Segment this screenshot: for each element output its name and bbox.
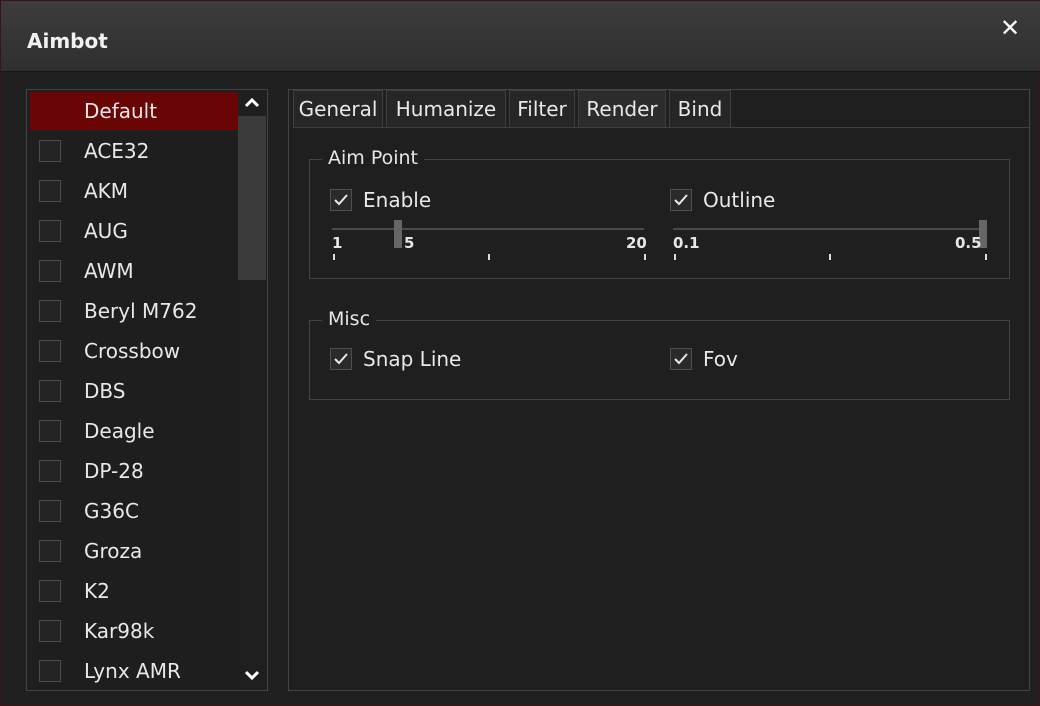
weapon-list-item[interactable]: Deagle: [30, 412, 238, 450]
aim-point-group: Aim Point Enable Outline 1 5 20 0.1 0.5: [309, 147, 1010, 279]
misc-group: Misc Snap Line Fov: [309, 308, 1010, 400]
weapon-label: G36C: [84, 499, 139, 523]
fov-label: Fov: [703, 347, 738, 371]
weapon-checkbox[interactable]: [39, 380, 61, 402]
slider-value-label: 5: [404, 234, 415, 252]
aimbot-window: Aimbot ✕ Default ACE32 AKM AUG AWM Beryl M762…: [0, 0, 1040, 706]
outline-label: Outline: [703, 188, 776, 212]
weapon-list-item[interactable]: Beryl M762: [30, 292, 238, 330]
weapon-checkbox[interactable]: [39, 620, 61, 642]
weapon-list-item[interactable]: Kar98k: [30, 612, 238, 650]
weapon-checkbox[interactable]: [39, 420, 61, 442]
fov-checkbox[interactable]: Fov: [670, 347, 790, 373]
weapon-checkbox[interactable]: [39, 660, 61, 682]
weapon-label: Deagle: [84, 419, 155, 443]
weapon-list-item[interactable]: AWM: [30, 252, 238, 290]
snap-line-checkbox[interactable]: Snap Line: [330, 347, 490, 373]
slider-tick: [985, 254, 987, 260]
slider-min-label: 1: [332, 234, 343, 252]
weapon-checkbox[interactable]: [39, 540, 61, 562]
weapon-checkbox[interactable]: [39, 260, 61, 282]
weapon-label: Kar98k: [84, 619, 155, 643]
list-scrollbar[interactable]: [238, 90, 266, 690]
scroll-thumb[interactable]: [238, 116, 266, 280]
weapon-list-item[interactable]: G36C: [30, 492, 238, 530]
weapon-checkbox[interactable]: [39, 300, 61, 322]
weapon-label: Lynx AMR: [84, 659, 181, 683]
weapon-list-item[interactable]: AUG: [30, 212, 238, 250]
slider-tick: [333, 254, 335, 260]
weapon-list-item[interactable]: Groza: [30, 532, 238, 570]
chevron-down-icon[interactable]: [238, 662, 266, 688]
window-title: Aimbot: [27, 29, 108, 53]
weapon-checkbox[interactable]: [39, 580, 61, 602]
point-size-slider[interactable]: 1 5 20: [332, 220, 650, 260]
weapon-checkbox[interactable]: [39, 140, 61, 162]
weapon-list-item[interactable]: Default: [30, 92, 238, 130]
weapon-label: AWM: [84, 259, 134, 283]
tab-humanize[interactable]: Humanize: [386, 90, 506, 128]
slider-track: [332, 228, 644, 230]
weapon-checkbox[interactable]: [39, 220, 61, 242]
weapon-label: DBS: [84, 379, 126, 403]
aim-point-legend: Aim Point: [322, 147, 424, 169]
slider-tick: [674, 254, 676, 260]
weapon-label: Default: [84, 99, 158, 123]
weapon-list-item[interactable]: ACE32: [30, 132, 238, 170]
weapon-list-item[interactable]: Crossbow: [30, 332, 238, 370]
slider-handle[interactable]: [394, 220, 402, 248]
weapon-label: Groza: [84, 539, 143, 563]
weapon-list-item[interactable]: K2: [30, 572, 238, 610]
enable-checkbox[interactable]: Enable: [330, 188, 470, 214]
weapon-checkbox[interactable]: [39, 460, 61, 482]
snap-line-label: Snap Line: [363, 347, 462, 371]
weapon-label: AKM: [84, 179, 129, 203]
tab-render[interactable]: Render: [578, 90, 666, 128]
weapon-label: Beryl M762: [84, 299, 198, 323]
weapon-label: K2: [84, 579, 110, 603]
weapon-label: Crossbow: [84, 339, 181, 363]
weapon-list-item[interactable]: AKM: [30, 172, 238, 210]
checkmark-icon: [330, 348, 352, 370]
checkmark-icon: [330, 189, 352, 211]
slider-tick: [829, 254, 831, 260]
thickness-slider[interactable]: 0.1 0.5: [673, 220, 991, 260]
weapon-checkbox[interactable]: [39, 340, 61, 362]
weapon-list-item[interactable]: Lynx AMR: [30, 652, 238, 690]
weapon-label: DP-28: [84, 459, 144, 483]
checkmark-icon: [670, 189, 692, 211]
misc-legend: Misc: [322, 308, 377, 330]
weapon-list: Default ACE32 AKM AUG AWM Beryl M762 Crossbow D…: [26, 89, 268, 691]
close-icon[interactable]: ✕: [997, 15, 1023, 41]
slider-max-label: 20: [626, 234, 647, 252]
slider-tick: [644, 254, 646, 260]
weapon-checkbox[interactable]: [39, 500, 61, 522]
weapon-label: AUG: [84, 219, 128, 243]
tab-general[interactable]: General: [293, 90, 383, 128]
weapon-label: ACE32: [84, 139, 150, 163]
slider-tick: [488, 254, 490, 260]
slider-track: [673, 228, 985, 230]
tab-filter[interactable]: Filter: [509, 90, 575, 128]
title-bar: Aimbot ✕: [1, 1, 1040, 72]
slider-min-label: 0.1: [673, 234, 700, 252]
outline-checkbox[interactable]: Outline: [670, 188, 810, 214]
weapon-list-item[interactable]: DP-28: [30, 452, 238, 490]
checkmark-icon: [670, 348, 692, 370]
enable-label: Enable: [363, 188, 432, 212]
chevron-up-icon[interactable]: [238, 90, 266, 116]
tab-bind[interactable]: Bind: [669, 90, 731, 128]
weapon-checkbox[interactable]: [39, 180, 61, 202]
slider-max-label: 0.5: [955, 234, 982, 252]
weapon-list-item[interactable]: DBS: [30, 372, 238, 410]
